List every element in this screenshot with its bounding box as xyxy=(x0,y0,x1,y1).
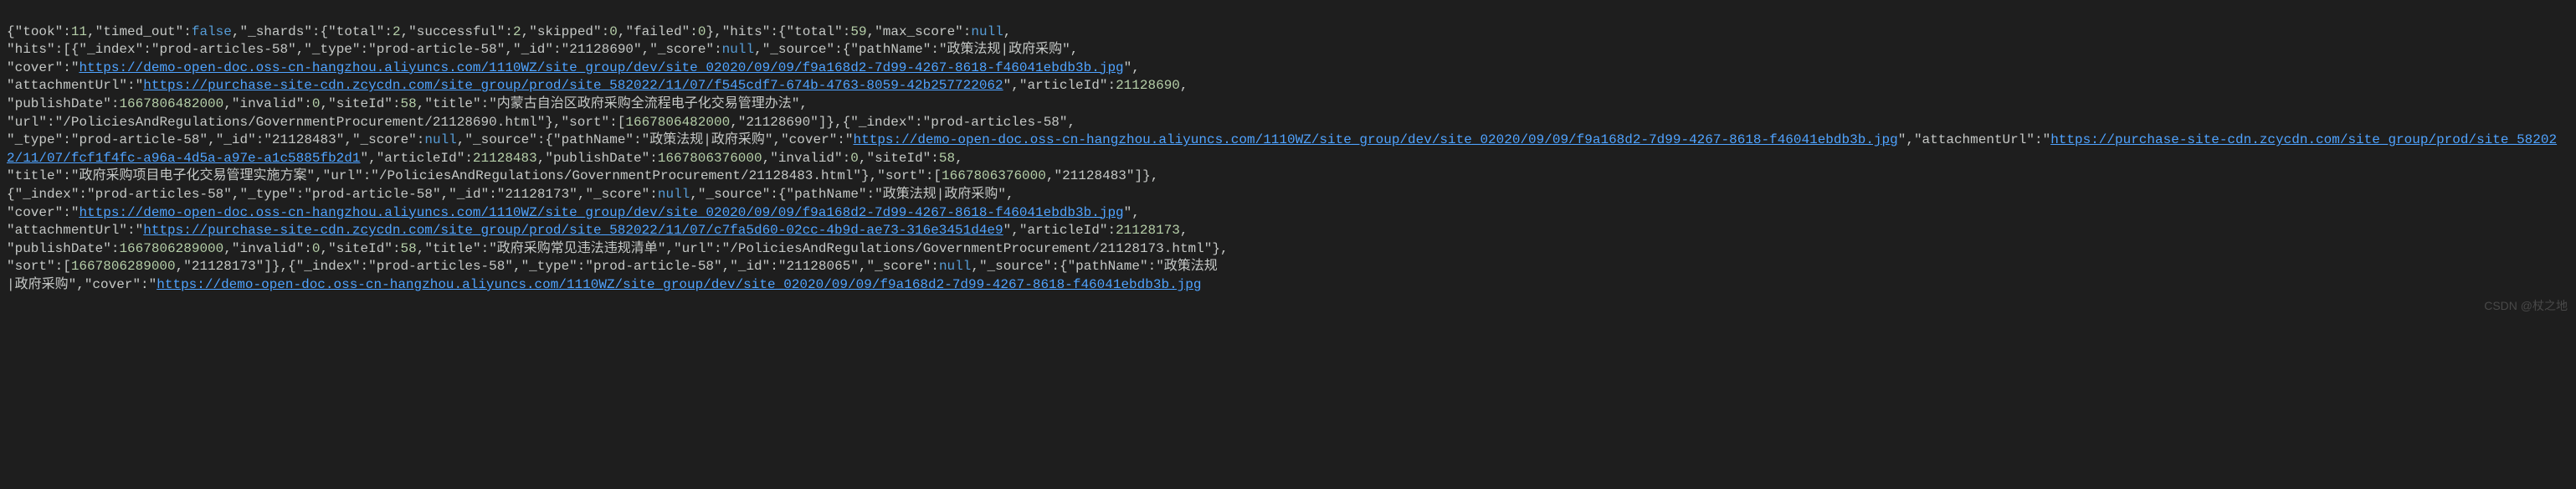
hit3-type: prod-article-58 xyxy=(593,259,714,274)
timed-out-value: false xyxy=(192,24,232,39)
shards-total: 2 xyxy=(393,24,401,39)
hit2-pathname: 政策法规|政府采购 xyxy=(883,187,998,202)
hit1-cover-link[interactable]: https://demo-open-doc.oss-cn-hangzhou.al… xyxy=(854,132,1898,147)
hits-total: 59 xyxy=(850,24,866,39)
hit1-publishdate: 1667806376000 xyxy=(658,151,762,166)
hit1-title: 政府采购项目电子化交易管理实施方案 xyxy=(79,168,306,183)
hit1-pathname: 政策法规|政府采购 xyxy=(649,132,765,147)
hit0-siteid: 58 xyxy=(401,96,417,111)
hit2-articleid: 21128173 xyxy=(1116,223,1180,238)
hit2-sort1: 21128173 xyxy=(192,259,256,274)
hit0-sort1: 21128690 xyxy=(746,115,810,130)
csdn-watermark: CSDN @杖之地 xyxy=(2484,298,2568,314)
hit0-pathname: 政策法规|政府采购 xyxy=(947,42,1063,57)
hit0-score: null xyxy=(722,42,754,57)
hit0-attachment-link[interactable]: https://purchase-site-cdn.zcycdn.com/sit… xyxy=(143,78,1003,93)
hit2-siteid: 58 xyxy=(401,241,417,256)
hit3-id: 21128065 xyxy=(786,259,850,274)
hit0-index: prod-articles-58 xyxy=(159,42,288,57)
hit0-sort0: 1667806482000 xyxy=(625,115,730,130)
took-value: 11 xyxy=(71,24,87,39)
json-response-view: {"took":11,"timed_out":false,"_shards":{… xyxy=(0,0,2576,317)
hit1-sort0: 1667806376000 xyxy=(942,168,1046,183)
hit3-index: prod-articles-58 xyxy=(377,259,505,274)
hit2-cover-link[interactable]: https://demo-open-doc.oss-cn-hangzhou.al… xyxy=(79,205,1123,220)
hit2-publishdate: 1667806289000 xyxy=(119,241,223,256)
hit2-title: 政府采购常见违法违规清单 xyxy=(497,241,658,256)
shards-failed: 0 xyxy=(698,24,706,39)
hit2-type: prod-article-58 xyxy=(312,187,433,202)
hit1-index: prod-articles-58 xyxy=(931,115,1060,130)
hit1-sort1: 21128483 xyxy=(1062,168,1126,183)
hit0-cover-link[interactable]: https://demo-open-doc.oss-cn-hangzhou.al… xyxy=(79,60,1123,75)
hit2-index: prod-articles-58 xyxy=(95,187,224,202)
hit1-score: null xyxy=(424,132,456,147)
hit1-siteid: 58 xyxy=(939,151,955,166)
hit2-invalid: 0 xyxy=(312,241,321,256)
hit1-articleid: 21128483 xyxy=(473,151,537,166)
hit0-invalid: 0 xyxy=(312,96,321,111)
hit2-score: null xyxy=(658,187,690,202)
hit0-type: prod-article-58 xyxy=(377,42,497,57)
hit2-attachment-link[interactable]: https://purchase-site-cdn.zcycdn.com/sit… xyxy=(143,223,1003,238)
hit0-id: 21128690 xyxy=(569,42,634,57)
hit2-url: /PoliciesAndRegulations/GovernmentProcur… xyxy=(730,241,1204,256)
hit0-publishdate: 1667806482000 xyxy=(119,96,223,111)
hit2-sort0: 1667806289000 xyxy=(71,259,176,274)
shards-successful: 2 xyxy=(513,24,521,39)
hit0-articleid: 21128690 xyxy=(1116,78,1180,93)
hit1-url: /PoliciesAndRegulations/GovernmentProcur… xyxy=(379,168,854,183)
hit1-invalid: 0 xyxy=(850,151,859,166)
shards-skipped: 0 xyxy=(609,24,618,39)
hit1-type: prod-article-58 xyxy=(79,132,199,147)
hit2-id: 21128173 xyxy=(505,187,569,202)
hit0-url: /PoliciesAndRegulations/GovernmentProcur… xyxy=(63,115,537,130)
max-score: null xyxy=(971,24,1003,39)
hit1-id: 21128483 xyxy=(272,132,336,147)
hit3-score: null xyxy=(939,259,971,274)
hit3-cover-link[interactable]: https://demo-open-doc.oss-cn-hangzhou.al… xyxy=(157,277,1201,292)
hit0-title: 内蒙古自治区政府采购全流程电子化交易管理办法 xyxy=(497,96,792,111)
